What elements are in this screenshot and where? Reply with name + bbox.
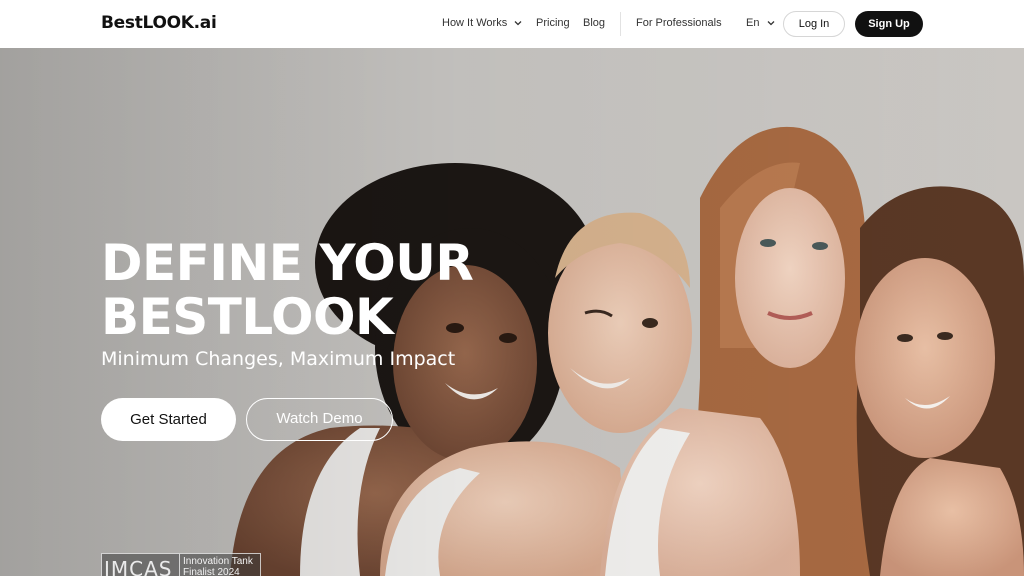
nav-pricing[interactable]: Pricing <box>536 17 570 29</box>
hero-title-line-2: BESTLOOK <box>101 288 394 346</box>
chevron-down-icon <box>767 21 774 26</box>
nav-for-professionals[interactable]: For Professionals <box>636 17 722 29</box>
language-label: En <box>746 17 760 29</box>
login-button[interactable]: Log In <box>783 11 845 37</box>
imcas-logo: IMCAS <box>104 557 173 576</box>
watch-demo-button[interactable]: Watch Demo <box>246 398 393 441</box>
get-started-button[interactable]: Get Started <box>101 398 236 441</box>
language-selector[interactable]: En <box>746 17 775 29</box>
brand-logo[interactable]: BestLOOK.ai <box>101 13 217 33</box>
badge-line-2: Finalist 2024 <box>183 567 240 576</box>
hero-title-line-1: DEFINE YOUR <box>101 234 474 292</box>
badge-text: Innovation Tank Finalist 2024 <box>183 556 253 576</box>
hero-title: DEFINE YOUR BESTLOOK <box>101 234 474 346</box>
nav-how-it-works-label: How It Works <box>442 17 508 29</box>
badge-line-1: Innovation Tank <box>183 556 253 567</box>
hero-subtitle: Minimum Changes, Maximum Impact <box>101 348 456 370</box>
badge-divider <box>179 554 180 576</box>
top-navbar: BestLOOK.ai How It Works Pricing Blog Fo… <box>0 0 1024 48</box>
nav-blog[interactable]: Blog <box>583 17 605 29</box>
nav-divider <box>620 12 621 36</box>
imcas-award-badge: IMCAS Innovation Tank Finalist 2024 <box>101 553 261 576</box>
chevron-down-icon <box>514 21 522 26</box>
signup-button[interactable]: Sign Up <box>855 11 923 37</box>
nav-how-it-works[interactable]: How It Works <box>442 17 522 29</box>
hero-section: DEFINE YOUR BESTLOOK Minimum Changes, Ma… <box>0 48 1024 576</box>
